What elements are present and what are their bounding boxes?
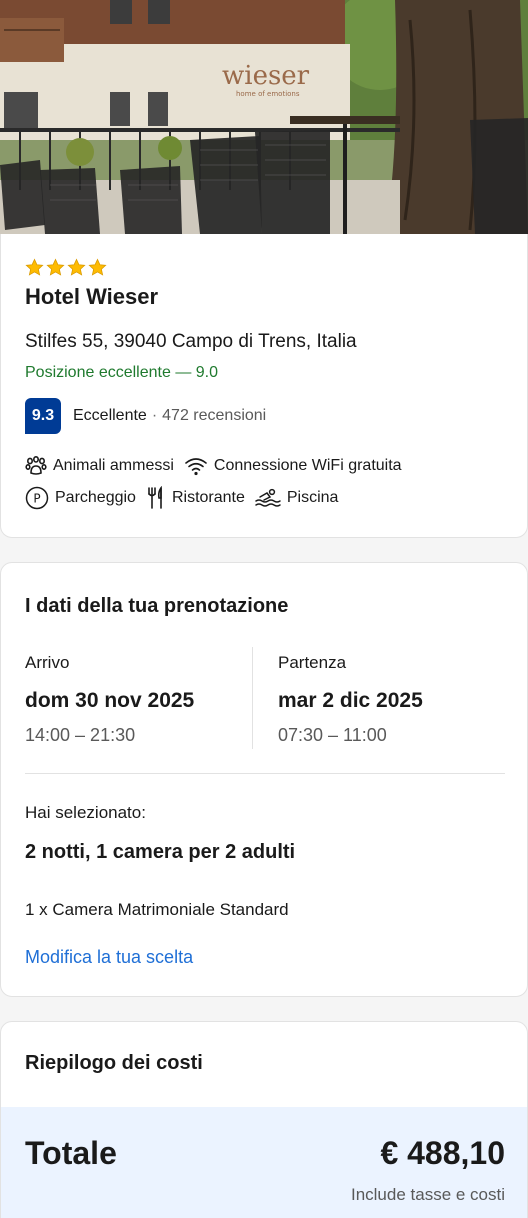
star-icon	[88, 258, 107, 276]
review-score-row: 9.3 Eccellente · 472 recensioni	[25, 398, 266, 434]
amenity-restaurant: Ristorante	[146, 486, 245, 510]
amenity-label: Piscina	[286, 489, 339, 506]
amenity-wifi: Connessione WiFi gratuita	[184, 456, 402, 476]
svg-text:P: P	[33, 492, 40, 506]
amenity-label: Parcheggio	[55, 489, 136, 506]
amenity-label: Animali ammessi	[53, 457, 174, 474]
review-score-badge: 9.3	[25, 398, 61, 434]
review-score-label: Eccellente	[73, 407, 147, 424]
selection-label: Hai selezionato:	[25, 803, 146, 822]
separator-dot: ·	[151, 407, 158, 424]
amenities-list: Animali ammessi Connessione WiFi gratuit…	[25, 454, 515, 518]
hotel-name: Hotel Wieser	[25, 284, 159, 309]
hotel-photo-illustration: wieser home of emotions	[0, 0, 528, 234]
checkout-label: Partenza	[278, 653, 347, 672]
parking-icon: P	[25, 486, 49, 510]
amenity-label: Ristorante	[171, 489, 245, 506]
amenity-pets: Animali ammessi	[25, 456, 174, 476]
total-price-band: Totale € 488,10 Include tasse e costi	[1, 1107, 527, 1218]
checkin-time: 14:00 – 21:30	[25, 725, 136, 745]
section-divider	[25, 773, 505, 774]
total-price: € 488,10	[380, 1135, 505, 1171]
star-icon	[46, 258, 65, 276]
cost-summary-title: Riepilogo dei costi	[25, 1052, 203, 1074]
star-rating	[25, 258, 107, 277]
hotel-logo-text: wieser	[222, 61, 310, 91]
booking-page: wieser home of emotions Hotel Wieser Sti…	[0, 0, 528, 1218]
cutlery-icon	[148, 486, 162, 509]
swimming-icon	[255, 488, 281, 507]
review-count: 472 recensioni	[162, 407, 267, 424]
modify-selection-link[interactable]: Modifica la tua scelta	[25, 947, 193, 968]
star-icon	[67, 258, 86, 276]
amenity-label: Connessione WiFi gratuita	[213, 457, 402, 474]
paw-icon	[25, 456, 47, 475]
booking-details-title: I dati della tua prenotazione	[25, 595, 289, 617]
amenity-pool: Piscina	[255, 487, 339, 509]
checkin-date: dom 30 nov 2025	[25, 689, 195, 712]
total-label: Totale	[25, 1135, 117, 1171]
location-rating: Posizione eccellente — 9.0	[25, 364, 218, 381]
checkin-label: Arrivo	[25, 653, 70, 672]
hotel-photo: wieser home of emotions	[0, 0, 528, 234]
wifi-icon	[185, 458, 207, 476]
cost-summary-card: Riepilogo dei costi Totale € 488,10 Incl…	[0, 1021, 528, 1218]
selection-summary: 2 notti, 1 camera per 2 adulti	[25, 841, 296, 863]
hotel-logo-tagline: home of emotions	[236, 90, 300, 98]
total-price-note: Include tasse e costi	[350, 1185, 505, 1204]
room-selection: 1 x Camera Matrimoniale Standard	[25, 900, 289, 919]
booking-details-card: I dati della tua prenotazione Arrivo dom…	[0, 562, 528, 997]
hotel-info-card: Hotel Wieser Stilfes 55, 39040 Campo di …	[0, 234, 528, 538]
star-icon	[25, 258, 44, 276]
checkout-date: mar 2 dic 2025	[278, 689, 423, 712]
column-divider	[252, 647, 253, 749]
amenity-parking: P Parcheggio	[25, 486, 136, 510]
checkout-time: 07:30 – 11:00	[278, 725, 387, 745]
hotel-address: Stilfes 55, 39040 Campo di Trens, Italia	[25, 331, 357, 352]
